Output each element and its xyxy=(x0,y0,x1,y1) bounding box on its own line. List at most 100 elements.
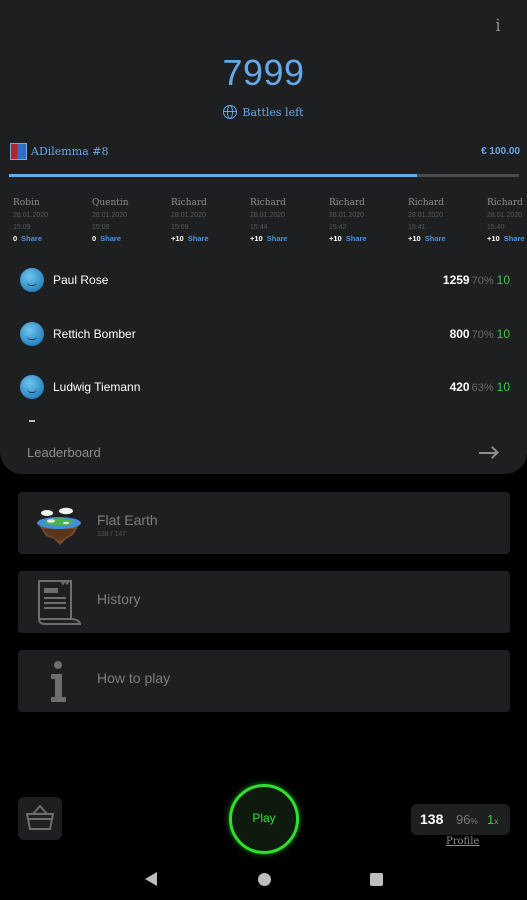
profile-points: 138 xyxy=(420,811,444,827)
player-streak: 10 xyxy=(496,327,510,341)
history-delta: +10 xyxy=(171,234,184,243)
flat-earth-card[interactable]: Flat Earth 138 / 147 xyxy=(18,492,510,554)
history-time: 15:44 xyxy=(250,224,268,231)
history-delta: +10 xyxy=(487,234,500,243)
history-time: 15:41 xyxy=(408,224,426,231)
history-delta: +10 xyxy=(250,234,263,243)
history-time: 15:09 xyxy=(92,224,110,231)
history-date: 28.01.2020 xyxy=(13,212,49,219)
share-button[interactable]: Share xyxy=(346,234,367,243)
scroll-icon xyxy=(38,579,82,625)
history-player-name: Robin xyxy=(13,198,40,208)
history-player-name: Quentin xyxy=(92,198,129,208)
history-delta: +10 xyxy=(408,234,421,243)
player-streak: 10 xyxy=(496,380,510,394)
history-time: 15:09 xyxy=(13,224,31,231)
play-button[interactable]: Play xyxy=(229,784,299,854)
history-time: 15:42 xyxy=(329,224,347,231)
leaderboard-more-indicator xyxy=(29,420,35,422)
nav-back-icon[interactable] xyxy=(145,872,157,886)
history-time: 15:09 xyxy=(171,224,189,231)
profile-summary[interactable]: 138 96% 1x xyxy=(411,804,510,835)
shop-basket-button[interactable] xyxy=(18,797,62,840)
history-date: 28.01.2020 xyxy=(329,212,365,219)
profile-pct-value: 96 xyxy=(456,812,471,827)
flat-earth-icon xyxy=(37,507,81,545)
history-entry: Richard 28.01.2020 15:42 +10 Share xyxy=(329,198,408,243)
flat-earth-label: Flat Earth xyxy=(97,512,158,528)
share-button[interactable]: Share xyxy=(21,234,42,243)
leaderboard-row[interactable]: Paul Rose 1259 70% 10 xyxy=(20,268,513,294)
score-value: 7999 xyxy=(222,52,305,93)
profile-streak: 1x xyxy=(487,812,498,827)
history-actions: 0 Share xyxy=(92,234,171,243)
history-actions: 0 Share xyxy=(13,234,92,243)
history-strip[interactable]: Robin 28.01.2020 15:09 0 Share Quentin 28.01.2… xyxy=(13,198,527,250)
history-label: History xyxy=(97,591,141,607)
history-date: 28.01.2020 xyxy=(250,212,286,219)
history-delta: +10 xyxy=(329,234,342,243)
history-actions: +10 Share xyxy=(487,234,527,243)
player-pct: 70% xyxy=(471,329,494,341)
nav-recents-icon[interactable] xyxy=(370,873,383,886)
history-player-name: Richard xyxy=(171,198,207,208)
history-card[interactable]: History xyxy=(18,571,510,633)
history-time: 15:40 xyxy=(487,224,505,231)
player-points: 800 xyxy=(449,327,470,341)
player-stats: 800 70% 10 xyxy=(450,327,510,341)
avatar xyxy=(20,375,44,399)
history-date: 28.01.2020 xyxy=(487,212,523,219)
game-progress-bar xyxy=(9,174,519,177)
battles-left-label: Battles left xyxy=(242,105,304,119)
game-amount: € 100.00 xyxy=(481,146,520,157)
history-player-name: Richard xyxy=(408,198,444,208)
history-actions: +10 Share xyxy=(250,234,329,243)
battles-left: Battles left xyxy=(0,105,527,119)
profile-link[interactable]: Profile xyxy=(446,836,479,847)
avatar xyxy=(20,268,44,292)
player-points: 1259 xyxy=(442,273,470,287)
history-actions: +10 Share xyxy=(408,234,487,243)
game-progress-fill xyxy=(9,174,417,177)
history-player-name: Richard xyxy=(250,198,286,208)
history-entry: Richard 28.01.2020 15:09 +10 Share xyxy=(171,198,250,243)
profile-pct: 96% xyxy=(456,812,478,827)
game-flag-icon xyxy=(10,143,27,160)
player-name: Ludwig Tiemann xyxy=(53,380,141,394)
player-points: 420 xyxy=(449,380,470,394)
globe-icon xyxy=(223,105,238,119)
flat-earth-progress: 138 / 147 xyxy=(97,531,127,538)
how-to-play-label: How to play xyxy=(97,670,171,686)
leaderboard-label[interactable]: Leaderboard xyxy=(27,445,101,460)
nav-home-icon[interactable] xyxy=(258,873,271,886)
history-entry: Richard 28.01.2020 15:41 +10 Share xyxy=(408,198,487,243)
share-button[interactable]: Share xyxy=(188,234,209,243)
history-date: 28.01.2020 xyxy=(171,212,207,219)
info-icon[interactable]: i xyxy=(491,16,505,38)
share-button[interactable]: Share xyxy=(425,234,446,243)
leaderboard-row[interactable]: Rettich Bomber 800 70% 10 xyxy=(20,322,513,348)
leaderboard-row[interactable]: Ludwig Tiemann 420 63% 10 xyxy=(20,375,513,401)
arrow-right-icon[interactable] xyxy=(479,452,497,454)
player-pct: 63% xyxy=(471,382,494,394)
profile-pct-unit: % xyxy=(470,817,478,826)
share-button[interactable]: Share xyxy=(267,234,288,243)
avatar xyxy=(20,322,44,346)
current-game-row[interactable]: ADilemma #8 € 100.00 xyxy=(10,143,520,161)
share-button[interactable]: Share xyxy=(100,234,121,243)
player-name: Paul Rose xyxy=(53,273,109,287)
history-date: 28.01.2020 xyxy=(408,212,444,219)
history-date: 28.01.2020 xyxy=(92,212,128,219)
how-to-play-card[interactable]: How to play xyxy=(18,650,510,712)
history-entry: Quentin 28.01.2020 15:09 0 Share xyxy=(92,198,171,243)
leaderboard-footer[interactable]: Leaderboard xyxy=(0,440,527,466)
player-name: Rettich Bomber xyxy=(53,327,136,341)
history-actions: +10 Share xyxy=(171,234,250,243)
basket-icon xyxy=(25,804,55,830)
profile-streak-unit: x xyxy=(494,817,499,826)
share-button[interactable]: Share xyxy=(504,234,525,243)
history-entry: Richard 28.01.2020 15:44 +10 Share xyxy=(250,198,329,243)
history-player-name: Richard xyxy=(329,198,365,208)
player-stats: 420 63% 10 xyxy=(450,380,510,394)
history-entry: Richard 28.01.2020 15:40 +10 Share xyxy=(487,198,527,243)
